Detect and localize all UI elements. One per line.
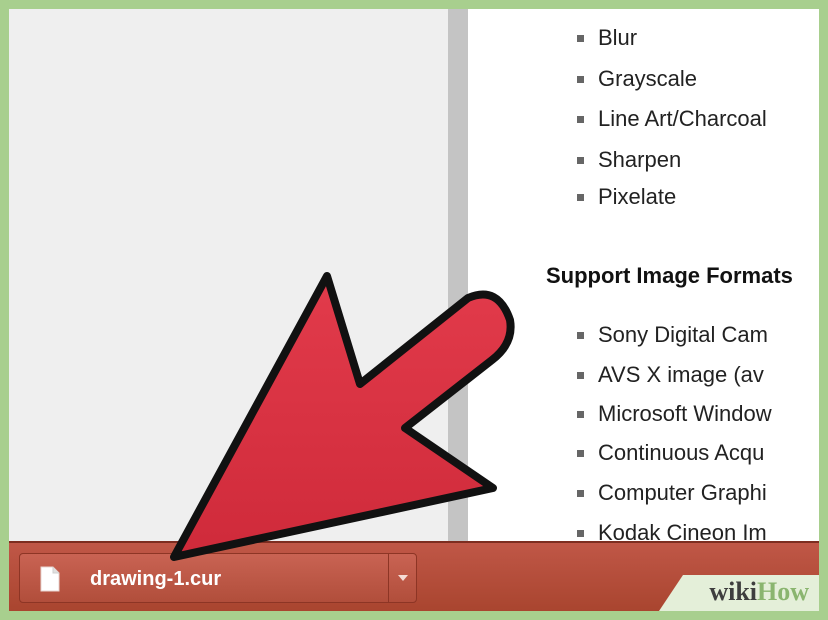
formats-heading: Support Image Formats [546, 263, 793, 288]
list-item: Continuous Acqu [577, 438, 764, 468]
list-item: Grayscale [577, 64, 697, 94]
list-item: Pixelate [577, 182, 676, 212]
bullet [577, 116, 584, 123]
list-item: AVS X image (av [577, 360, 764, 390]
bullet [577, 76, 584, 83]
download-file-name: drawing-1.cur [90, 568, 222, 590]
content-pane: Blur Grayscale Line Art/Charcoal Sharpen… [468, 9, 819, 541]
bullet [577, 157, 584, 164]
list-item: Kodak Cineon Im [577, 518, 767, 541]
download-item[interactable]: drawing-1.cur [19, 553, 417, 603]
bullet [577, 490, 584, 497]
download-options-button[interactable] [389, 554, 417, 602]
screenshot-frame: Blur Grayscale Line Art/Charcoal Sharpen… [9, 9, 819, 611]
bullet [577, 411, 584, 418]
list-item: Blur [577, 23, 637, 53]
chevron-down-icon [398, 575, 408, 581]
bullet [577, 530, 584, 537]
bullet [577, 194, 584, 201]
list-item: Sharpen [577, 145, 681, 175]
wikihow-logo: wikiHow [709, 577, 809, 606]
bullet [577, 450, 584, 457]
download-bar: drawing-1.cur wikiHow [9, 541, 819, 611]
list-item: Computer Graphi [577, 478, 767, 508]
bullet [577, 332, 584, 339]
list-item: Sony Digital Cam [577, 320, 768, 350]
bullet [577, 35, 584, 42]
list-item: Microsoft Window [577, 399, 772, 429]
left-pane [9, 9, 448, 541]
bullet [577, 372, 584, 379]
pane-divider[interactable] [448, 9, 468, 541]
file-icon [40, 566, 60, 592]
list-item: Line Art/Charcoal [577, 104, 767, 134]
